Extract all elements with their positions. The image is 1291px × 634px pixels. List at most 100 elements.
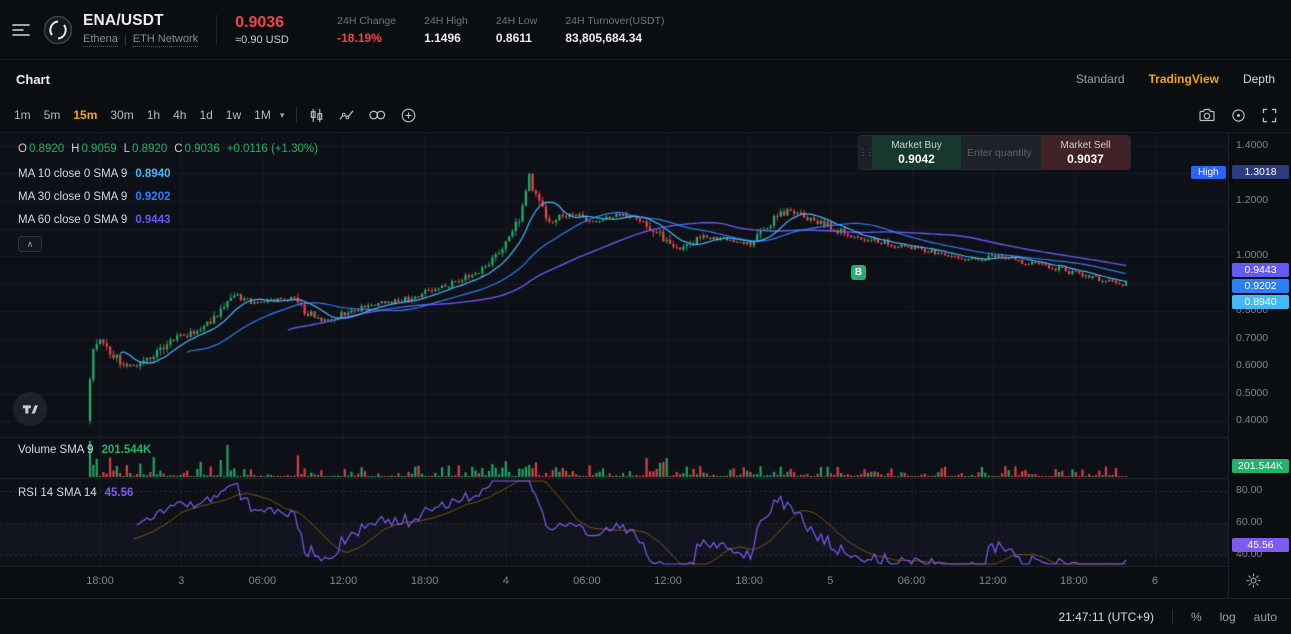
last-price: 0.9036 [235, 13, 285, 31]
time-label: 4 [502, 575, 509, 587]
timeframe-1m[interactable]: 1m [14, 108, 31, 122]
indicators-icon[interactable] [339, 108, 354, 123]
timeframe-1w[interactable]: 1w [226, 108, 241, 122]
compare-icon[interactable] [369, 109, 386, 121]
chart-view-tabs: Standard TradingView Depth [1076, 72, 1275, 86]
drag-handle-icon[interactable]: ⋮⋮ [859, 136, 875, 169]
market-sell-price: 0.9037 [1067, 151, 1104, 166]
high-marker-flag: High [1191, 166, 1226, 179]
market-sell-label: Market Sell [1060, 139, 1111, 151]
timeframe-list: 1m 5m 15m 30m 1h 4h 1d 1w 1M [14, 108, 271, 122]
axis-label: 1.2000 [1236, 194, 1269, 206]
volume-badge: 201.544K [1232, 459, 1289, 473]
timeframe-15m[interactable]: 15m [73, 108, 97, 122]
time-label: 18:00 [735, 575, 763, 587]
time-label: 12:00 [329, 575, 358, 587]
axis-label: 80.00 [1236, 484, 1263, 496]
screenshot-camera-icon[interactable] [1199, 108, 1215, 122]
ma-price-badge: 0.9202 [1232, 279, 1289, 293]
tab-tradingview[interactable]: TradingView [1149, 72, 1219, 86]
time-label: 12:00 [654, 575, 682, 587]
volume-value: 201.544K [101, 444, 152, 456]
stat-label: 24H Change [337, 14, 397, 27]
ma-row-ma-10-close-0-sma-9: MA 10 close 0 SMA 9 0.8940 [18, 166, 171, 182]
candlestick-chart-canvas[interactable] [0, 133, 1228, 566]
stat-value: 1.1496 [424, 30, 461, 45]
time-axis[interactable]: 18:00 3 06:00 12:00 18:00 4 06:00 12:00 18:00 5 06… [0, 566, 1228, 598]
divider [216, 14, 218, 45]
tab-depth[interactable]: Depth [1243, 72, 1275, 86]
rsi-legend: RSI 14 SMA 14 45.56 [18, 487, 133, 499]
symbol-title[interactable]: ENA/USDT [83, 12, 198, 30]
scale-[interactable]: % [1191, 610, 1202, 624]
timeframe-30m[interactable]: 30m [110, 108, 133, 122]
collapse-legend-button[interactable]: ∧ [18, 236, 42, 252]
add-indicator-icon[interactable] [401, 108, 416, 123]
ohlc-l: L 0.8920 [124, 143, 168, 155]
ohlc-value: 0.9059 [81, 143, 117, 155]
ma-legend: MA 10 close 0 SMA 9 0.8940 MA 30 close 0 S… [18, 166, 171, 228]
ohlc-value: 0.9036 [184, 143, 220, 155]
chart-tabs-row: Chart Standard TradingView Depth [0, 60, 1291, 98]
ma-label: MA 60 close 0 SMA 9 [18, 214, 128, 226]
trading-app: ENA/USDT Ethena | ETH Network 0.9036 ≈0.… [0, 0, 1291, 634]
time-label: 5 [827, 575, 834, 587]
stat-24h-turnover-usdt: 24H Turnover(USDT) 83,805,684.34 [565, 15, 664, 45]
token-name[interactable]: Ethena [83, 33, 118, 47]
ma-label: MA 10 close 0 SMA 9 [18, 168, 128, 180]
stat-24h-change: 24H Change -18.19% [337, 15, 396, 45]
timeframe-5m[interactable]: 5m [44, 108, 61, 122]
ma-value: 0.9443 [135, 214, 171, 226]
clock[interactable]: 21:47:11 (UTC+9) [1058, 610, 1154, 624]
market-buy-button[interactable]: Market Buy 0.9042 [872, 136, 961, 169]
time-label: 6 [1151, 575, 1158, 587]
ma-label: MA 30 close 0 SMA 9 [18, 191, 128, 203]
stat-value: 83,805,684.34 [565, 30, 643, 45]
rsi-badge: 45.56 [1232, 538, 1289, 552]
ma-row-ma-60-close-0-sma-9: MA 60 close 0 SMA 9 0.9443 [18, 212, 171, 228]
menu-icon[interactable] [12, 23, 34, 37]
volume-label: Volume SMA 9 [18, 444, 94, 456]
ohlc-o: O 0.8920 [18, 143, 64, 155]
fullscreen-icon[interactable] [1262, 108, 1277, 123]
stat-24h-low: 24H Low 0.8611 [496, 15, 537, 45]
ma-price-badge: 0.9443 [1232, 263, 1289, 277]
timeframe-4h[interactable]: 4h [173, 108, 186, 122]
timeframe-1m[interactable]: 1M [254, 108, 271, 122]
stat-label: 24H Turnover(USDT) [565, 14, 665, 27]
tradingview-watermark-icon[interactable] [13, 392, 47, 426]
time-label: 06:00 [248, 575, 277, 587]
stat-24h-high: 24H High 1.1496 [424, 15, 468, 45]
separator: | [123, 34, 127, 46]
timeframe-dropdown-icon[interactable]: ▾ [280, 110, 285, 121]
axis-label: 1.0000 [1236, 249, 1269, 261]
price-axis[interactable]: 1.4000 1.2000 1.0000 0.8000 0.7000 0.6000 0.50… [1228, 133, 1291, 598]
rsi-value: 45.56 [104, 487, 134, 499]
tab-standard[interactable]: Standard [1076, 72, 1125, 86]
stat-value: 0.8611 [495, 30, 532, 45]
quick-trade-widget: ⋮⋮ Market Buy 0.9042 Market Sell 0.9037 [858, 135, 1131, 170]
axis-label: 1.4000 [1236, 139, 1269, 151]
time-label: 18:00 [1060, 575, 1088, 587]
axis-settings-icon[interactable] [1246, 573, 1261, 593]
ma-value: 0.9202 [135, 191, 171, 203]
ma-price-badge: 0.8940 [1232, 295, 1289, 309]
time-label: 12:00 [978, 575, 1007, 587]
timeframe-1h[interactable]: 1h [147, 108, 160, 122]
crosshair-icon[interactable] [1231, 108, 1246, 123]
market-buy-label: Market Buy [891, 139, 942, 151]
high-price-badge: 1.3018 [1232, 165, 1289, 179]
timeframe-1d[interactable]: 1d [199, 108, 212, 122]
chart-style-icon[interactable] [309, 108, 324, 123]
scale-log[interactable]: log [1220, 610, 1236, 624]
scale-auto[interactable]: auto [1254, 610, 1277, 624]
chart-footer: 21:47:11 (UTC+9) % log auto [0, 598, 1291, 634]
buy-trade-marker[interactable]: B [851, 265, 866, 280]
page-title: Chart [16, 71, 50, 87]
network-label[interactable]: ETH Network [132, 33, 199, 47]
chart-area: O 0.8920 H 0.9059 L 0.8920 C 0.9036 +0.0116 (+1.… [0, 133, 1291, 598]
time-label: 06:00 [897, 575, 926, 587]
time-label: 3 [178, 575, 185, 587]
quantity-input[interactable] [961, 146, 1041, 159]
market-sell-button[interactable]: Market Sell 0.9037 [1041, 136, 1130, 169]
